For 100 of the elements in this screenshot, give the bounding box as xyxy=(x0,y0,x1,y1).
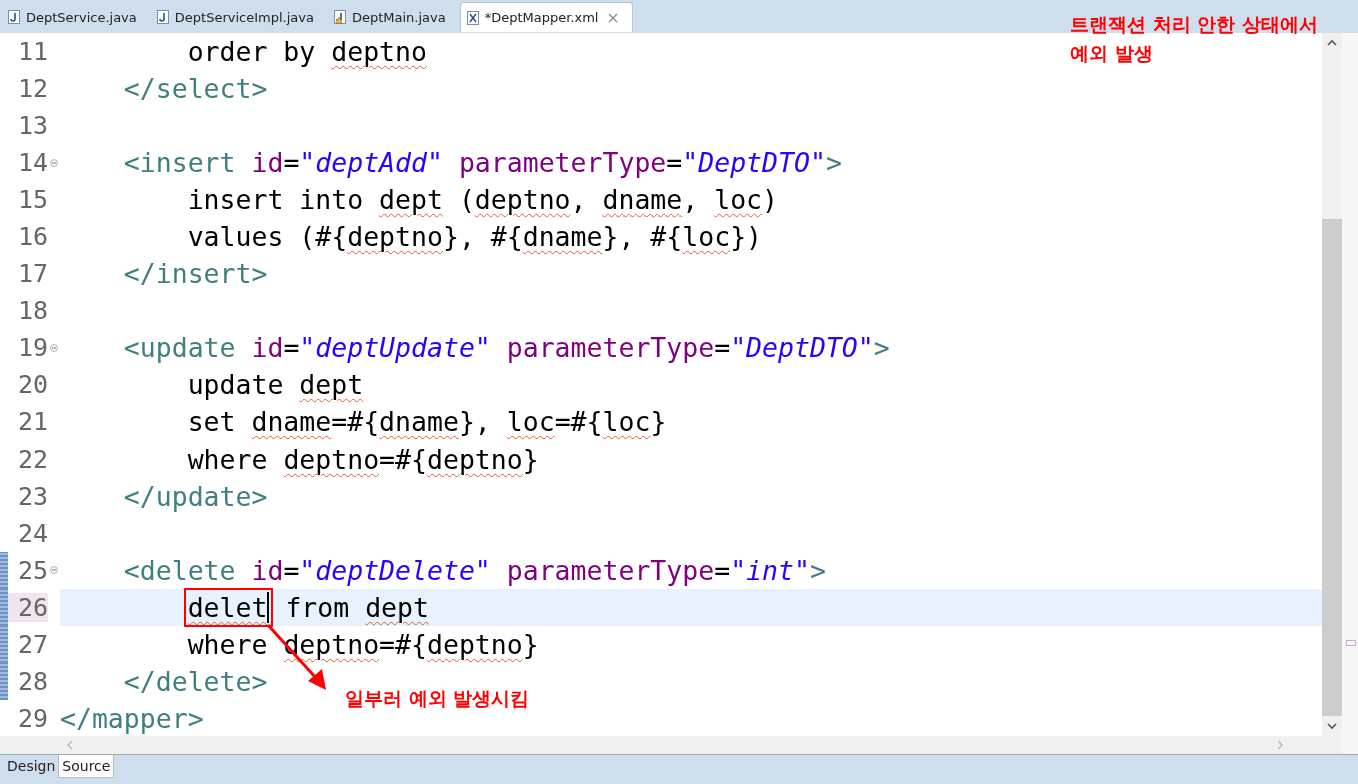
overview-marker[interactable] xyxy=(1346,640,1356,646)
line-number: 29 xyxy=(16,703,48,733)
misspelled-word: deptno xyxy=(474,184,571,216)
line-number: 22 xyxy=(16,444,48,474)
misspelled-word: dname xyxy=(602,184,683,216)
line-number: 14 xyxy=(16,148,48,178)
file-tab[interactable]: DeptService.java xyxy=(2,2,151,32)
editor-mode-tab[interactable]: Source xyxy=(58,755,115,778)
xml-tag-text: <update xyxy=(122,332,237,364)
line-number: 24 xyxy=(16,518,48,548)
horizontal-scrollbar[interactable] xyxy=(0,736,1322,754)
line-number: 13 xyxy=(16,111,48,141)
misspelled-word: loc xyxy=(506,406,555,438)
line-number: 19 xyxy=(16,333,48,363)
annotation-note: 트랜잭션 처리 안한 상태에서 예외 발생 xyxy=(1070,12,1319,66)
fold-icon[interactable] xyxy=(50,158,58,167)
file-icon xyxy=(333,10,346,24)
code-text: order by xyxy=(186,36,317,67)
code-text: = xyxy=(283,554,300,586)
xml-tag-text: > xyxy=(825,147,842,179)
misspelled-word: dept xyxy=(365,591,429,623)
xml-tag-text: > xyxy=(809,554,826,586)
scrollbar-thumb[interactable] xyxy=(1322,218,1342,716)
misspelled-word: loc xyxy=(714,184,763,216)
attribute-name: id xyxy=(251,332,284,364)
code-text: = xyxy=(283,332,300,364)
misspelled-word: deptno xyxy=(283,443,380,475)
code-text: set xyxy=(186,406,237,438)
attribute-name: parameterType xyxy=(505,554,715,586)
line-number: 16 xyxy=(16,222,48,252)
code-text: =#{ xyxy=(379,443,427,475)
code-text: } xyxy=(522,628,539,660)
attribute-name: id xyxy=(251,554,284,586)
misspelled-word: deptno xyxy=(283,628,380,660)
misspelled-word: deptno xyxy=(347,221,443,253)
xml-tag-text: </select> xyxy=(122,73,268,105)
fold-icon[interactable] xyxy=(50,343,58,352)
code-text: } xyxy=(650,406,667,438)
misspelled-word: loc xyxy=(602,406,651,438)
code-text: ) xyxy=(762,184,779,216)
attribute-name: parameterType xyxy=(505,332,715,364)
line-number: 12 xyxy=(16,74,48,104)
line-number: 15 xyxy=(16,185,48,215)
misspelled-word: deptno xyxy=(331,36,427,67)
misspelled-word: dept xyxy=(299,369,364,401)
attribute-value: "deptUpdate" xyxy=(299,332,491,364)
misspelled-word: dname xyxy=(522,221,603,253)
code-text: =#{ xyxy=(379,628,427,660)
code-text: }, xyxy=(458,406,492,438)
code-text: }, #{ xyxy=(602,221,683,253)
line-number: 18 xyxy=(16,296,48,326)
misspelled-word: loc xyxy=(682,221,731,253)
misspelled-word: dname xyxy=(379,406,459,438)
attribute-name: id xyxy=(251,147,284,179)
code-text: =#{ xyxy=(554,406,603,438)
attribute-value: "DeptDTO" xyxy=(730,332,874,364)
code-text: }, #{ xyxy=(442,221,523,253)
misspelled-word: dept xyxy=(379,184,443,216)
line-number: 28 xyxy=(16,666,48,696)
code-text: , xyxy=(682,184,700,216)
code-text: = xyxy=(714,332,731,364)
scroll-up-icon[interactable] xyxy=(1327,39,1337,47)
annotation-label: 일부러 예외 발생시킴 xyxy=(345,686,530,711)
misspelled-word: deptno xyxy=(427,443,523,475)
file-tab[interactable]: DeptServiceImpl.java xyxy=(150,2,328,32)
attribute-value: "int" xyxy=(730,554,810,586)
line-number: 20 xyxy=(16,370,48,400)
misspelled-word: deptno xyxy=(427,628,523,660)
file-icon xyxy=(8,10,20,24)
line-number: 26 xyxy=(8,592,48,622)
code-text: } xyxy=(522,443,539,475)
line-number: 25 xyxy=(16,555,48,585)
code-text: , xyxy=(570,184,588,216)
file-tab[interactable]: DeptMain.java xyxy=(327,2,460,32)
xml-tag-text: <delete xyxy=(122,554,237,586)
fold-icon[interactable] xyxy=(50,566,58,575)
attribute-value: "deptAdd" xyxy=(299,147,443,179)
editor-mode-tab[interactable]: Design xyxy=(4,755,59,777)
scroll-down-icon[interactable] xyxy=(1327,722,1337,730)
code-text: ( xyxy=(457,184,475,216)
close-icon[interactable] xyxy=(608,12,619,23)
code-text: from xyxy=(284,591,351,623)
scroll-left-icon[interactable] xyxy=(66,740,74,750)
scroll-right-icon[interactable] xyxy=(1276,740,1284,750)
line-number: 23 xyxy=(16,481,48,511)
file-icon xyxy=(466,10,479,25)
vertical-scrollbar[interactable] xyxy=(1322,33,1342,754)
xml-tag-text: > xyxy=(873,332,890,364)
code-text: where xyxy=(186,443,269,475)
code-text: = xyxy=(714,554,731,586)
misspelled-word: dname xyxy=(251,406,332,438)
line-number: 17 xyxy=(16,259,48,289)
attribute-name: parameterType xyxy=(457,147,667,179)
xml-tag-text: </insert> xyxy=(122,258,268,290)
line-number: 21 xyxy=(16,407,48,437)
code-text: where xyxy=(186,628,269,660)
xml-tag-text: </mapper> xyxy=(60,702,204,734)
code-text: = xyxy=(666,147,683,179)
file-tab[interactable]: *DeptMapper.xml xyxy=(459,2,634,32)
code-text: }) xyxy=(730,221,763,253)
